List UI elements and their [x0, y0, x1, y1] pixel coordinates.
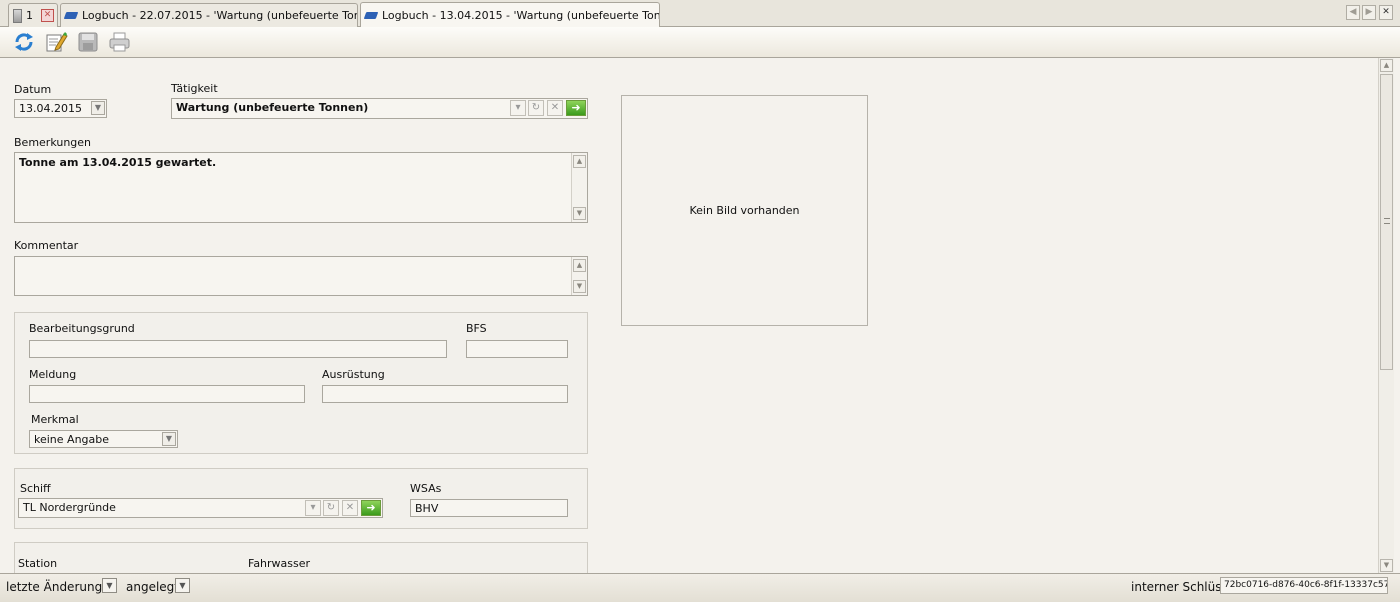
taetigkeit-clear-button[interactable]: ✕: [547, 100, 563, 116]
ausruestung-field[interactable]: [322, 385, 568, 403]
scroll-up-icon[interactable]: ▲: [573, 155, 586, 168]
taetigkeit-refresh-button[interactable]: ↻: [528, 100, 544, 116]
tab-logbuch-22072015[interactable]: Logbuch - 22.07.2015 - 'Wartung (unbefeu…: [60, 3, 358, 27]
scroll-up-icon[interactable]: ▲: [573, 259, 586, 272]
tab-label: Logbuch - 13.04.2015 - 'Wartung (unbefeu…: [382, 9, 660, 22]
datum-value: 13.04.2015: [19, 102, 82, 115]
bemerkungen-value: Tonne am 13.04.2015 gewartet.: [19, 156, 217, 169]
bearbeitungsgrund-label: Bearbeitungsgrund: [29, 322, 135, 335]
scroll-down-icon[interactable]: ▼: [573, 280, 586, 293]
logbook-icon: [65, 10, 78, 21]
interner-schluessel-field[interactable]: 72bc0716-d876-40c6-8f1f-13337c570f31: [1220, 577, 1388, 594]
close-icon: ✕: [550, 102, 560, 113]
taetigkeit-dropdown-button[interactable]: ▾: [510, 100, 526, 116]
letzte-aenderungen-label: letzte Änderungen: [6, 580, 118, 594]
bfs-label: BFS: [466, 322, 487, 335]
refresh-button[interactable]: [12, 31, 36, 53]
wsas-value: BHV: [415, 502, 439, 515]
taetigkeit-label: Tätigkeit: [171, 82, 218, 95]
chevron-down-icon: ▼: [94, 103, 102, 112]
tab-label: 1: [26, 9, 33, 22]
chevron-down-icon: ▾: [310, 502, 316, 513]
angelegt-label: angelegt: [126, 580, 179, 594]
pin-icon: [13, 8, 22, 23]
edit-icon: [46, 32, 68, 52]
schiff-value: TL Nordergründe: [23, 501, 116, 514]
datum-dropdown-button[interactable]: ▼: [91, 101, 105, 115]
tab-scroll-right-button[interactable]: ▶: [1362, 5, 1376, 20]
chevron-down-icon: ▼: [165, 434, 173, 443]
kommentar-label: Kommentar: [14, 239, 79, 252]
close-icon: ✕: [345, 502, 355, 513]
logbook-icon: [365, 10, 378, 21]
merkmal-select[interactable]: keine Angabe: [29, 430, 178, 448]
scroll-up-icon[interactable]: ▲: [1380, 59, 1393, 72]
tab-strip: 1 ✕ Logbuch - 22.07.2015 - 'Wartung (unb…: [0, 0, 1400, 28]
image-placeholder-text: Kein Bild vorhanden: [689, 204, 800, 217]
image-box[interactable]: Kein Bild vorhanden: [621, 95, 868, 326]
meldung-field[interactable]: [29, 385, 305, 403]
chevron-down-icon: ▼: [179, 581, 186, 590]
bemerkungen-textarea[interactable]: Tonne am 13.04.2015 gewartet. ▲ ▼: [14, 152, 588, 223]
schiff-label: Schiff: [20, 482, 51, 495]
refresh-icon: ↻: [326, 502, 336, 513]
schiff-open-button[interactable]: ➜: [361, 500, 381, 516]
status-bar: letzte Änderungen ▼ angelegt ▼ interner …: [0, 573, 1400, 602]
wsas-field[interactable]: BHV: [410, 499, 568, 517]
tab-label: Logbuch - 22.07.2015 - 'Wartung (unbefeu…: [82, 9, 357, 22]
toolbar: [0, 27, 1400, 58]
tab-scroll-left-button[interactable]: ◀: [1346, 5, 1360, 20]
edit-button[interactable]: [44, 31, 68, 53]
merkmal-value: keine Angabe: [34, 433, 110, 446]
scrollbar-thumb[interactable]: [1380, 74, 1393, 370]
merkmal-label: Merkmal: [31, 413, 79, 426]
refresh-icon: ↻: [531, 102, 541, 113]
bfs-field[interactable]: [466, 340, 568, 358]
meldung-label: Meldung: [29, 368, 77, 381]
print-icon: [109, 32, 130, 52]
letzte-aenderungen-dropdown[interactable]: ▼: [102, 578, 117, 593]
wsas-label: WSAs: [410, 482, 442, 495]
bemerkungen-label: Bemerkungen: [14, 136, 92, 149]
taetigkeit-value: Wartung (unbefeuerte Tonnen): [176, 101, 369, 114]
schiff-clear-button[interactable]: ✕: [342, 500, 358, 516]
save-icon: [78, 32, 98, 52]
scroll-down-icon[interactable]: ▼: [1380, 559, 1393, 572]
print-button[interactable]: [108, 31, 132, 53]
kommentar-textarea[interactable]: ▲ ▼: [14, 256, 588, 296]
angelegt-dropdown[interactable]: ▼: [175, 578, 190, 593]
fahrwasser-label: Fahrwasser: [248, 557, 311, 570]
scroll-down-icon[interactable]: ▼: [573, 207, 586, 220]
save-button[interactable]: [76, 31, 100, 53]
refresh-icon: [15, 33, 33, 51]
interner-schluessel-value: 72bc0716-d876-40c6-8f1f-13337c570f31: [1224, 580, 1387, 590]
close-icon[interactable]: ✕: [41, 9, 54, 22]
kommentar-scrollbar[interactable]: ▲ ▼: [571, 257, 587, 295]
tab-pinned[interactable]: 1 ✕: [8, 3, 58, 27]
taetigkeit-open-button[interactable]: ➜: [566, 100, 586, 116]
chevron-down-icon: ▾: [515, 102, 521, 113]
schiff-dropdown-button[interactable]: ▾: [305, 500, 321, 516]
close-all-button[interactable]: ✕: [1379, 5, 1393, 20]
arrow-right-icon: ➜: [571, 101, 581, 114]
grip-icon: [1384, 218, 1390, 224]
tab-logbuch-13042015[interactable]: Logbuch - 13.04.2015 - 'Wartung (unbefeu…: [360, 2, 660, 28]
main-scrollbar[interactable]: ▲ ▼: [1378, 58, 1394, 573]
bearbeitungsgrund-field[interactable]: [29, 340, 447, 358]
schiff-refresh-button[interactable]: ↻: [323, 500, 339, 516]
datum-label: Datum: [14, 83, 52, 96]
station-label: Station: [18, 557, 58, 570]
merkmal-dropdown-button[interactable]: ▼: [162, 432, 176, 446]
chevron-down-icon: ▼: [106, 581, 113, 590]
ausruestung-label: Ausrüstung: [322, 368, 385, 381]
arrow-right-icon: ➜: [366, 501, 376, 514]
bemerkungen-scrollbar[interactable]: ▲ ▼: [571, 153, 587, 222]
